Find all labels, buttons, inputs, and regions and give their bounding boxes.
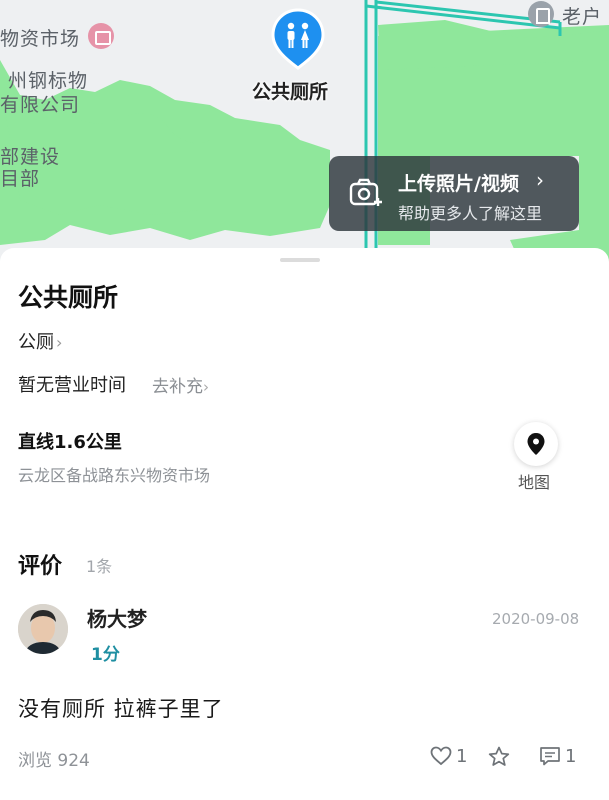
avatar[interactable] — [18, 604, 68, 654]
review-text: 没有厕所 拉裤子里了 — [18, 697, 224, 721]
map-label-company-1: 州钢标物 — [8, 70, 89, 92]
place-title: 公共厕所 — [18, 283, 119, 312]
category-link[interactable]: 公厕 › — [18, 328, 62, 354]
distance-text: 直线1.6公里 — [18, 432, 122, 453]
map-view[interactable]: 物资市场 州钢标物 有限公司 部建设 目部 老户 公共厕所 上传照片/视频 › … — [0, 0, 609, 262]
drag-handle[interactable] — [280, 258, 320, 262]
map-label-company-2: 有限公司 — [0, 94, 81, 116]
upload-photo-video-button[interactable]: 上传照片/视频 › 帮助更多人了解这里 — [329, 156, 579, 231]
map-label-market: 物资市场 — [0, 28, 81, 50]
location-pin-icon — [527, 433, 545, 455]
comment-button[interactable]: 1 — [539, 744, 576, 768]
chevron-right-icon: › — [536, 168, 544, 192]
address-text: 云龙区备战路东兴物资市场 — [18, 466, 211, 485]
camera-icon — [349, 178, 382, 206]
star-icon — [488, 746, 510, 766]
like-button[interactable]: 1 — [430, 744, 467, 768]
add-hours-label: 去补充 — [152, 377, 203, 397]
heart-icon — [430, 746, 452, 766]
poi-name-label[interactable]: 公共厕所 — [252, 77, 328, 104]
favorite-button[interactable] — [488, 744, 514, 768]
open-map-button[interactable] — [514, 422, 558, 466]
shop-icon — [88, 23, 114, 49]
upload-card-subtitle: 帮助更多人了解这里 — [398, 204, 543, 223]
comment-icon — [540, 747, 560, 766]
view-count: 浏览 924 — [18, 751, 90, 771]
upload-card-title: 上传照片/视频 — [398, 173, 519, 195]
review-rating: 1分 — [91, 645, 120, 665]
map-button-label[interactable]: 地图 — [518, 469, 550, 493]
village-icon — [528, 1, 554, 27]
chevron-right-icon: › — [203, 378, 209, 396]
reviews-count: 1条 — [86, 557, 113, 576]
reviews-title: 评价 — [18, 554, 63, 579]
reviewer-name[interactable]: 杨大梦 — [87, 603, 147, 632]
comment-count: 1 — [565, 745, 577, 767]
toilet-icon[interactable] — [270, 8, 326, 70]
category-label: 公厕 — [18, 332, 54, 353]
map-label-dept-2: 目部 — [0, 168, 41, 190]
business-hours: 暂无营业时间 — [18, 375, 126, 396]
chevron-right-icon: › — [56, 333, 63, 352]
map-label-village: 老户 — [562, 6, 603, 28]
like-count: 1 — [456, 745, 468, 767]
add-hours-link[interactable]: 去补充› — [152, 372, 209, 397]
place-detail-sheet: 公共厕所 公厕 › 暂无营业时间 去补充› 直线1.6公里 云龙区备战路东兴物资市… — [0, 248, 609, 800]
review-date: 2020-09-08 — [492, 610, 580, 628]
avatar-image — [18, 604, 68, 654]
